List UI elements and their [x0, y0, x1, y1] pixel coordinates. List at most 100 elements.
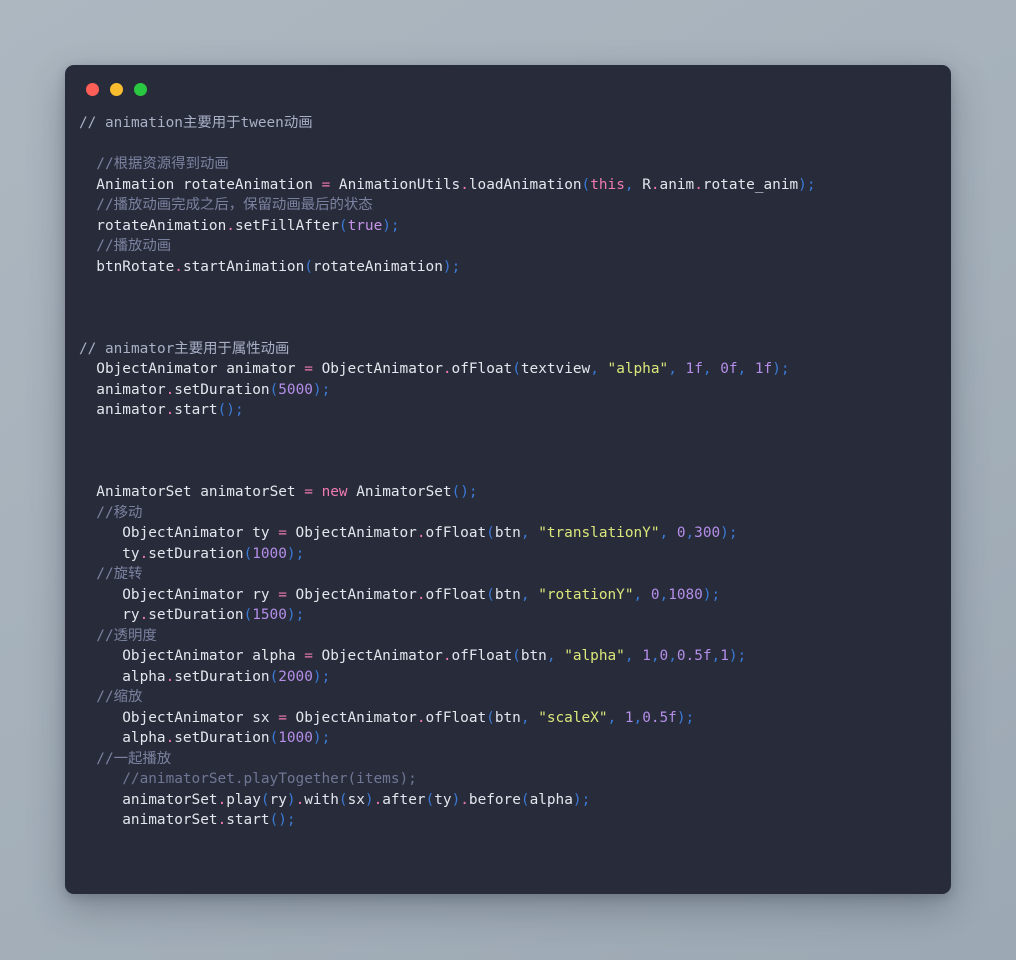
close-button[interactable]: [86, 82, 99, 96]
code-token: ): [312, 668, 322, 685]
code-token: .: [694, 176, 703, 193]
code-token: 300: [694, 525, 721, 541]
code-token: (: [217, 402, 227, 418]
code-token: .: [460, 791, 469, 808]
code-token: ): [226, 402, 235, 418]
code-token: 0f: [720, 361, 738, 377]
code-token: 1: [720, 648, 729, 664]
code-token: ): [798, 176, 807, 193]
minimize-button[interactable]: [110, 82, 123, 96]
code-token: 0: [676, 525, 686, 541]
code-token: new: [321, 484, 348, 500]
code-token: ofFloat: [425, 586, 487, 603]
code-token: rotateAnimation: [174, 176, 322, 193]
code-token: ,: [520, 586, 530, 603]
code-line: AnimatorSet animatorSet = new AnimatorSe…: [65, 482, 951, 503]
code-token: ObjectAnimator: [122, 709, 244, 726]
code-token: //一起播放: [96, 750, 172, 767]
code-line: //一起播放: [65, 749, 951, 770]
window-titlebar[interactable]: [65, 65, 951, 113]
code-token: btn: [494, 709, 521, 726]
code-token: 1: [642, 648, 651, 664]
code-token: =: [304, 484, 313, 500]
maximize-button[interactable]: [134, 82, 147, 96]
code-token: alpha: [243, 648, 305, 664]
code-token: //播放动画完成之后，保留动画最后的状态: [96, 197, 373, 213]
code-token: anim: [659, 176, 695, 193]
code-token: ): [572, 791, 582, 808]
code-line: //缩放: [65, 687, 951, 708]
code-line: //根据资源得到动画: [65, 154, 951, 175]
code-token: 0.5f: [642, 709, 677, 726]
code-token: ): [772, 361, 781, 377]
code-line: ObjectAnimator sx = ObjectAnimator.ofFlo…: [65, 708, 951, 729]
code-token: 5000: [278, 381, 313, 398]
code-token: ofFloat: [425, 525, 487, 541]
code-token: (: [581, 176, 591, 193]
code-token: ,: [659, 525, 669, 541]
code-token: sx: [243, 709, 279, 726]
code-token: ofFloat: [425, 709, 487, 726]
code-token: 0: [650, 586, 660, 603]
code-token: ObjectAnimator: [96, 361, 218, 377]
code-token: .: [442, 361, 452, 377]
code-token: ): [702, 586, 712, 603]
code-token: ObjectAnimator: [122, 586, 244, 603]
code-line: ObjectAnimator ry = ObjectAnimator.ofFlo…: [65, 585, 951, 606]
code-token: btn: [494, 525, 521, 541]
code-token: ;: [295, 545, 305, 562]
code-token: ofFloat: [451, 648, 513, 664]
code-token: ;: [468, 484, 478, 500]
code-token: (: [269, 668, 279, 685]
code-token: (: [486, 586, 495, 603]
code-token: textview: [520, 361, 591, 377]
code-token: ): [286, 607, 296, 623]
code-token: ): [312, 730, 322, 746]
code-token: ;: [295, 607, 305, 623]
code-token: ofFloat: [451, 361, 513, 377]
code-token: //移动: [96, 504, 143, 521]
code-token: //animatorSet.playTogether(items);: [122, 771, 417, 787]
code-token: "alpha": [564, 648, 625, 664]
code-line: animator.setDuration(5000);: [65, 380, 951, 401]
code-line: rotateAnimation.setFillAfter(true);: [65, 216, 951, 237]
code-token: ObjectAnimator: [122, 525, 244, 541]
code-token: with: [304, 791, 339, 808]
code-token: ;: [780, 361, 790, 377]
code-line: //移动: [65, 503, 951, 524]
code-token: animatorSet: [122, 791, 218, 808]
code-content[interactable]: // animation主要用于tween动画 //根据资源得到动画 Animat…: [65, 113, 951, 831]
code-token: this: [590, 176, 625, 193]
code-token: btn: [520, 648, 547, 664]
code-token: ry: [243, 586, 279, 603]
code-token: after: [382, 791, 426, 808]
code-line: Animation rotateAnimation = AnimationUti…: [65, 175, 951, 196]
code-token: setDuration: [174, 381, 270, 398]
code-token: .: [416, 525, 426, 541]
code-token: 1000: [278, 730, 313, 746]
code-token: Animation: [96, 176, 175, 193]
code-token: ): [451, 791, 461, 808]
code-token: ;: [806, 176, 816, 193]
code-token: ,: [520, 525, 530, 541]
code-token: "scaleX": [538, 709, 608, 726]
code-line: btnRotate.startAnimation(rotateAnimation…: [65, 257, 951, 278]
code-token: ;: [451, 258, 461, 275]
code-token: 1000: [252, 545, 287, 562]
code-token: animator: [96, 402, 166, 418]
code-token: loadAnimation: [468, 176, 582, 193]
code-token: ObjectAnimator: [286, 709, 417, 726]
code-line: // animator主要用于属性动画: [65, 339, 951, 360]
code-token: 0: [659, 648, 669, 664]
code-token: (: [243, 607, 253, 623]
code-token: ry: [269, 791, 287, 808]
code-token: setFillAfter: [234, 217, 339, 234]
